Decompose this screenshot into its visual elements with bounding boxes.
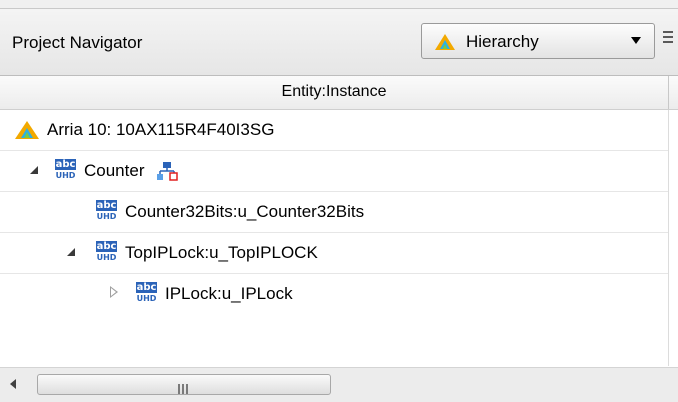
abc-uhd-entity-icon: abc UHD bbox=[96, 241, 117, 262]
panel-header: Project Navigator Hierarchy bbox=[0, 9, 678, 76]
tree-row-topiplock[interactable]: abc UHD TopIPLock:u_TopIPLOCK bbox=[0, 233, 668, 274]
tree-row-iplock[interactable]: abc UHD IPLock:u_IPLock bbox=[0, 274, 668, 314]
tree-row-counter32bits[interactable]: abc UHD Counter32Bits:u_Counter32Bits bbox=[0, 192, 668, 233]
tree-item-label: IPLock:u_IPLock bbox=[165, 284, 293, 303]
view-dropdown-value: Hierarchy bbox=[466, 32, 539, 51]
hierarchy-tree: Arria 10: 10AX115R4F40I3SG abc UHD Counte… bbox=[0, 110, 678, 366]
hierarchy-top-level-icon bbox=[156, 161, 178, 186]
horizontal-scrollbar[interactable] bbox=[0, 367, 678, 402]
tree-row-counter[interactable]: abc UHD Counter bbox=[0, 151, 668, 192]
collapsed-triangle-icon[interactable] bbox=[110, 286, 118, 298]
panel-menu-icon[interactable] bbox=[663, 31, 673, 47]
column-header-entity-instance[interactable]: Entity:Instance bbox=[0, 76, 678, 110]
scrollbar-thumb[interactable] bbox=[37, 374, 331, 395]
panel-title: Project Navigator bbox=[12, 33, 143, 52]
grip-icon bbox=[178, 379, 190, 394]
column-divider[interactable] bbox=[668, 76, 669, 109]
altera-device-icon bbox=[14, 120, 40, 145]
abc-uhd-entity-icon: abc UHD bbox=[136, 282, 157, 303]
tree-row-device[interactable]: Arria 10: 10AX115R4F40I3SG bbox=[0, 110, 668, 151]
chevron-down-icon bbox=[631, 37, 641, 44]
tree-item-label: Counter32Bits:u_Counter32Bits bbox=[125, 202, 365, 221]
expanded-triangle-icon[interactable] bbox=[30, 166, 38, 174]
tree-item-label: TopIPLock:u_TopIPLOCK bbox=[125, 243, 318, 262]
window-top-edge bbox=[0, 0, 678, 9]
view-dropdown[interactable]: Hierarchy bbox=[421, 23, 655, 59]
column-divider-line bbox=[668, 110, 669, 366]
tree-item-label: Counter bbox=[84, 161, 145, 180]
abc-uhd-entity-icon: abc UHD bbox=[96, 200, 117, 221]
expanded-triangle-icon[interactable] bbox=[67, 248, 75, 256]
altera-device-icon bbox=[434, 33, 456, 56]
scroll-left-arrow-icon[interactable] bbox=[10, 379, 16, 389]
device-label: Arria 10: 10AX115R4F40I3SG bbox=[47, 120, 275, 139]
abc-uhd-entity-icon: abc UHD bbox=[55, 159, 76, 180]
column-header-label: Entity:Instance bbox=[281, 83, 387, 100]
